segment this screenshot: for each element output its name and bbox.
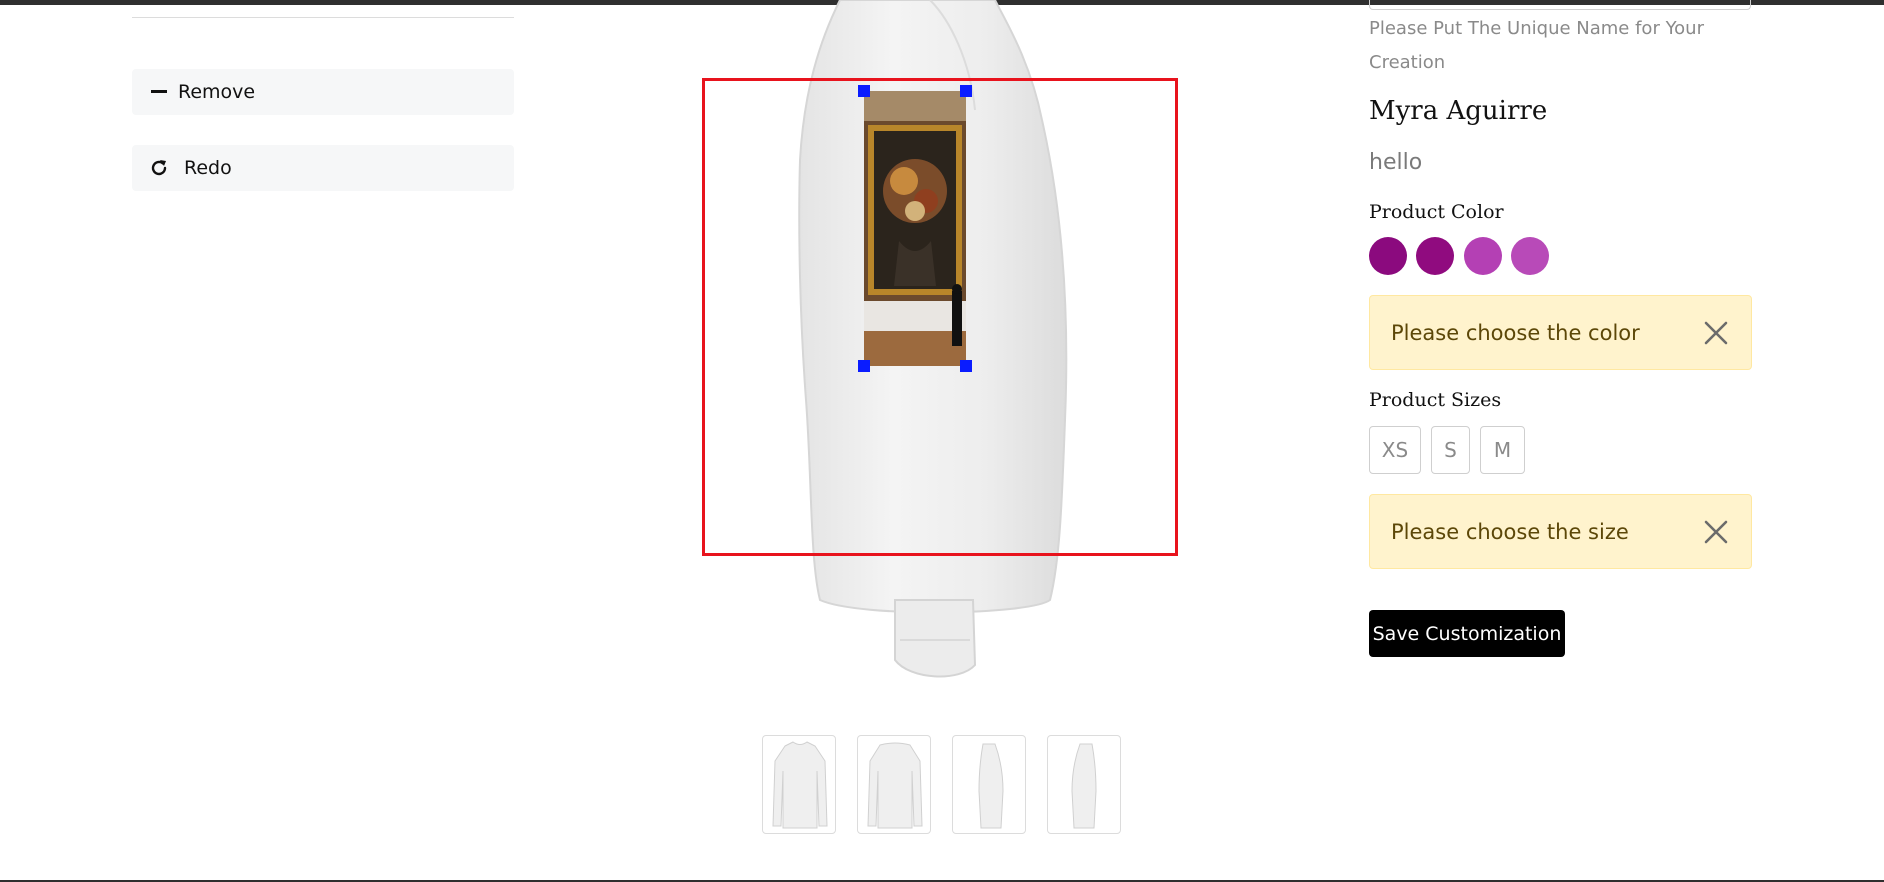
thumbnail-front[interactable] — [762, 735, 836, 834]
color-alert: Please choose the color — [1369, 295, 1752, 370]
size-alert: Please choose the size — [1369, 494, 1752, 569]
color-swatch-3[interactable] — [1464, 237, 1502, 275]
product-color-label: Product Color — [1369, 201, 1504, 223]
color-swatch-4[interactable] — [1511, 237, 1549, 275]
close-icon[interactable] — [1701, 517, 1731, 547]
redo-label: Redo — [184, 157, 232, 179]
color-alert-text: Please choose the color — [1391, 320, 1640, 345]
minus-icon — [148, 81, 170, 103]
redo-button[interactable]: Redo — [132, 145, 514, 191]
thumbnail-back[interactable] — [857, 735, 931, 834]
thumbnail-right-side[interactable] — [1047, 735, 1121, 834]
size-option-s[interactable]: S — [1431, 426, 1470, 474]
creation-name-input[interactable] — [1369, 0, 1751, 10]
color-swatch-1[interactable] — [1369, 237, 1407, 275]
size-option-m[interactable]: M — [1480, 426, 1525, 474]
resize-handle-top-right[interactable] — [960, 85, 972, 97]
name-hint: Please Put The Unique Name for Your Crea… — [1369, 18, 1704, 73]
resize-handle-top-left[interactable] — [858, 85, 870, 97]
resize-handle-bottom-left[interactable] — [858, 360, 870, 372]
thumbnail-left-side[interactable] — [952, 735, 1026, 834]
tools-divider — [132, 17, 514, 18]
product-name: Myra Aguirre — [1369, 96, 1548, 126]
color-swatch-2[interactable] — [1416, 237, 1454, 275]
save-customization-button[interactable]: Save Customization — [1369, 610, 1565, 657]
size-option-xs[interactable]: XS — [1369, 426, 1421, 474]
redo-icon — [148, 157, 170, 179]
remove-label: Remove — [178, 81, 256, 103]
remove-button[interactable]: Remove — [132, 69, 514, 115]
product-sizes-label: Product Sizes — [1369, 389, 1502, 411]
uploaded-design-image[interactable] — [864, 91, 966, 366]
resize-handle-bottom-right[interactable] — [960, 360, 972, 372]
close-icon[interactable] — [1701, 318, 1731, 348]
product-description: hello — [1369, 150, 1423, 175]
size-alert-text: Please choose the size — [1391, 519, 1629, 544]
